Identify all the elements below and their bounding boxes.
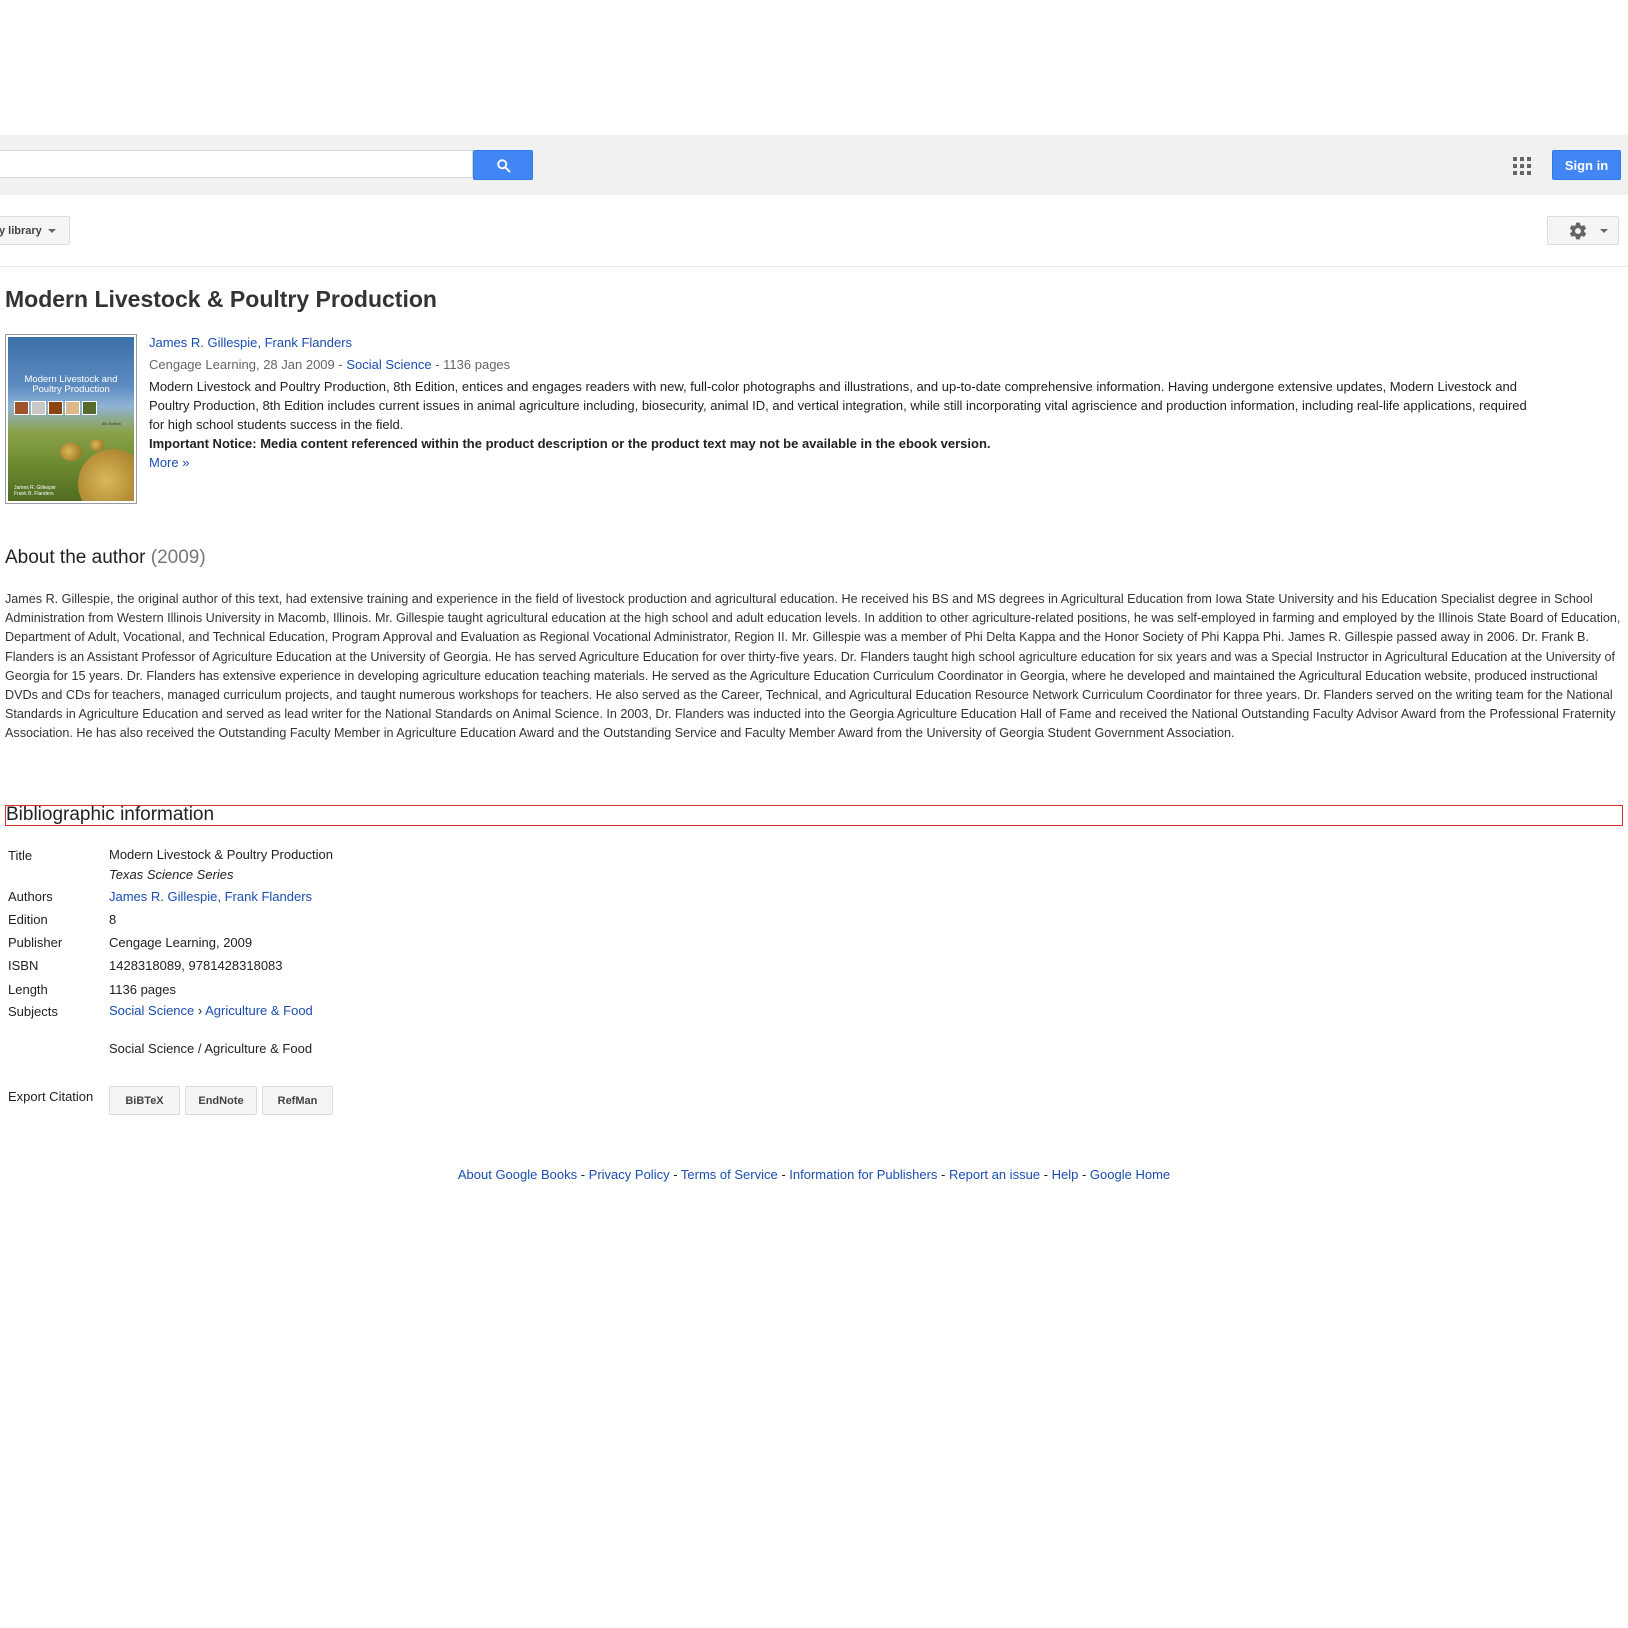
title-label: Title [8,848,33,863]
export-citation-label: Export Citation [8,1089,94,1104]
bibtex-button[interactable]: BiBTeX [109,1086,180,1115]
author-separator: , [257,335,265,350]
subject-link[interactable]: Agriculture & Food [205,1003,313,1018]
divider [0,266,1628,267]
edition-value: 8 [109,912,117,927]
authors-label: Authors [8,889,53,904]
separator: - [334,357,347,372]
subject-link[interactable]: Social Science [109,1003,194,1018]
search-input[interactable] [0,150,473,178]
footer-link-help[interactable]: Help [1052,1167,1079,1182]
hay-bale [78,449,134,501]
category-link[interactable]: Social Science [346,357,431,372]
cover-photos [14,401,97,415]
footer-link-google-home[interactable]: Google Home [1090,1167,1170,1182]
caret-down-icon [47,228,56,233]
edition-label: Edition [8,912,48,927]
footer-link-about[interactable]: About Google Books [458,1167,577,1182]
my-library-button[interactable]: y library [0,216,70,245]
footer-link-terms[interactable]: Terms of Service [681,1167,778,1182]
publication-info: Cengage Learning, 28 Jan 2009 - Social S… [149,355,510,374]
cover-title-line: Poultry Production [32,384,110,395]
book-cover[interactable]: Modern Livestock and Poultry Production … [5,334,137,504]
footer-sep: - [669,1167,681,1182]
footer-link-privacy[interactable]: Privacy Policy [589,1167,670,1182]
footer-sep: - [577,1167,589,1182]
subject-link[interactable]: Social Science / Agriculture & Food [109,1041,312,1056]
caret-down-icon [1600,228,1608,233]
page-count: - 1136 pages [431,357,511,372]
about-year: (2009) [150,547,206,568]
length-value: 1136 pages [109,982,176,997]
subject-arrow: › [194,1003,206,1018]
subjects-label: Subjects [8,1004,58,1019]
endnote-button[interactable]: EndNote [185,1086,257,1115]
search-button[interactable] [473,150,533,180]
cover-title: Modern Livestock and Poultry Production [8,375,134,395]
settings-button[interactable] [1547,216,1619,245]
gear-icon [1569,222,1587,239]
author-link[interactable]: Frank Flanders [225,889,312,904]
cover-authors: James R. Gillespie Frank B. Flanders [14,485,56,497]
footer: About Google Books - Privacy Policy - Te… [0,1167,1628,1182]
author-link[interactable]: Frank Flanders [265,335,352,350]
apps-grid-icon[interactable] [1513,157,1531,175]
isbn-label: ISBN [8,958,39,973]
author-separator: , [217,889,225,904]
footer-sep: - [1078,1167,1090,1182]
hay-bale [90,439,104,451]
refman-button[interactable]: RefMan [262,1086,333,1115]
hay-bale [60,443,82,461]
book-authors: James R. Gillespie, Frank Flanders [149,333,352,352]
top-bar: Sign in [0,135,1628,195]
footer-sep: - [937,1167,949,1182]
publisher-date: Cengage Learning, 28 Jan 2009 [149,357,335,372]
footer-sep: - [1040,1167,1052,1182]
my-library-label: y library [0,224,42,237]
subjects-value: Social Science › Agriculture & Food [109,1003,313,1018]
more-link[interactable]: More » [149,453,189,472]
cover-author: Frank B. Flanders [14,491,54,497]
author-link[interactable]: James R. Gillespie [149,335,257,350]
page-title: Modern Livestock & Poultry Production [5,286,437,312]
length-label: Length [8,982,48,997]
footer-link-publishers[interactable]: Information for Publishers [789,1167,937,1182]
title-value: Modern Livestock & Poultry Production [109,847,333,862]
isbn-value: 1428318089, 9781428318083 [109,958,283,973]
footer-sep: - [777,1167,790,1182]
series-link[interactable]: Texas Science Series [109,867,234,882]
bibliographic-heading: Bibliographic information [5,805,1623,826]
cover-image: Modern Livestock and Poultry Production … [8,337,134,501]
sign-in-button[interactable]: Sign in [1552,150,1621,180]
cover-edition: 8th Edition [102,421,121,426]
search-icon [496,158,510,172]
book-description: Modern Livestock and Poultry Production,… [149,379,1527,432]
footer-link-report[interactable]: Report an issue [949,1167,1040,1182]
publisher-label: Publisher [8,935,63,950]
about-heading-label: About the author [5,547,146,568]
authors-value: James R. Gillespie, Frank Flanders [109,889,312,904]
author-link[interactable]: James R. Gillespie [109,889,217,904]
important-notice: Important Notice: Media content referenc… [149,436,991,451]
publisher-value: Cengage Learning, 2009 [109,935,253,950]
about-author-heading: About the author (2009) [5,547,206,569]
about-author-text: James R. Gillespie, the original author … [5,592,1621,741]
